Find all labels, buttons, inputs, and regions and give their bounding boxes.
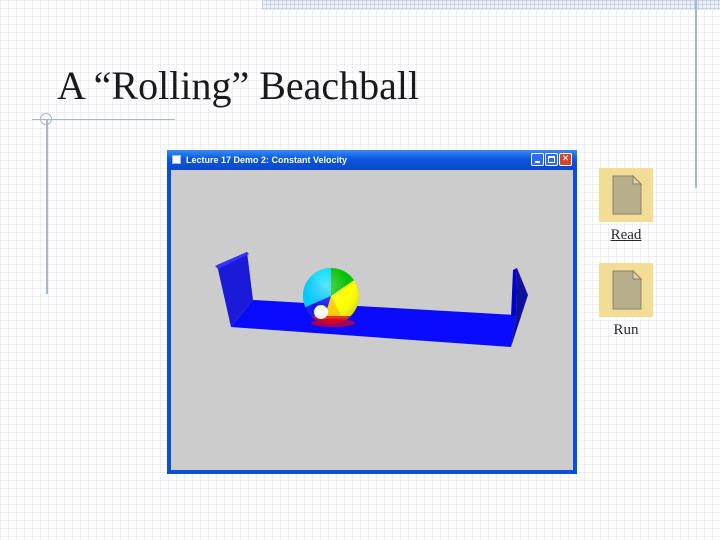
track-floor [231, 300, 516, 347]
close-button[interactable]: ✕ [559, 153, 572, 166]
decorative-vertical-rule [46, 120, 48, 294]
render-canvas[interactable] [171, 170, 573, 470]
read-link-label[interactable]: Read [598, 226, 654, 244]
track-right-wall-face [511, 268, 517, 317]
run-link[interactable]: Run [598, 263, 654, 339]
slide-title: A “Rolling” Beachball [57, 63, 420, 108]
ball-shadow [311, 319, 355, 327]
run-link-label[interactable]: Run [598, 321, 654, 339]
decorative-right-rule [695, 0, 697, 188]
close-icon: ✕ [561, 154, 570, 164]
app-icon [172, 155, 181, 164]
window-title-bar[interactable]: Lecture 17 Demo 2: Constant Velocity ✕ [167, 150, 577, 170]
window-title: Lecture 17 Demo 2: Constant Velocity [186, 155, 348, 165]
crosshair-ornament [40, 113, 52, 125]
demo-app-window[interactable]: Lecture 17 Demo 2: Constant Velocity ✕ [167, 150, 577, 474]
maximize-button[interactable] [545, 153, 558, 166]
maximize-icon [548, 156, 555, 163]
scene-render [215, 252, 528, 347]
minimize-icon [535, 161, 540, 163]
top-decorative-band [262, 0, 720, 10]
document-icon [599, 263, 653, 317]
minimize-button[interactable] [531, 153, 544, 166]
document-icon [599, 168, 653, 222]
title-underline-rule [32, 119, 175, 120]
read-link[interactable]: Read [598, 168, 654, 244]
